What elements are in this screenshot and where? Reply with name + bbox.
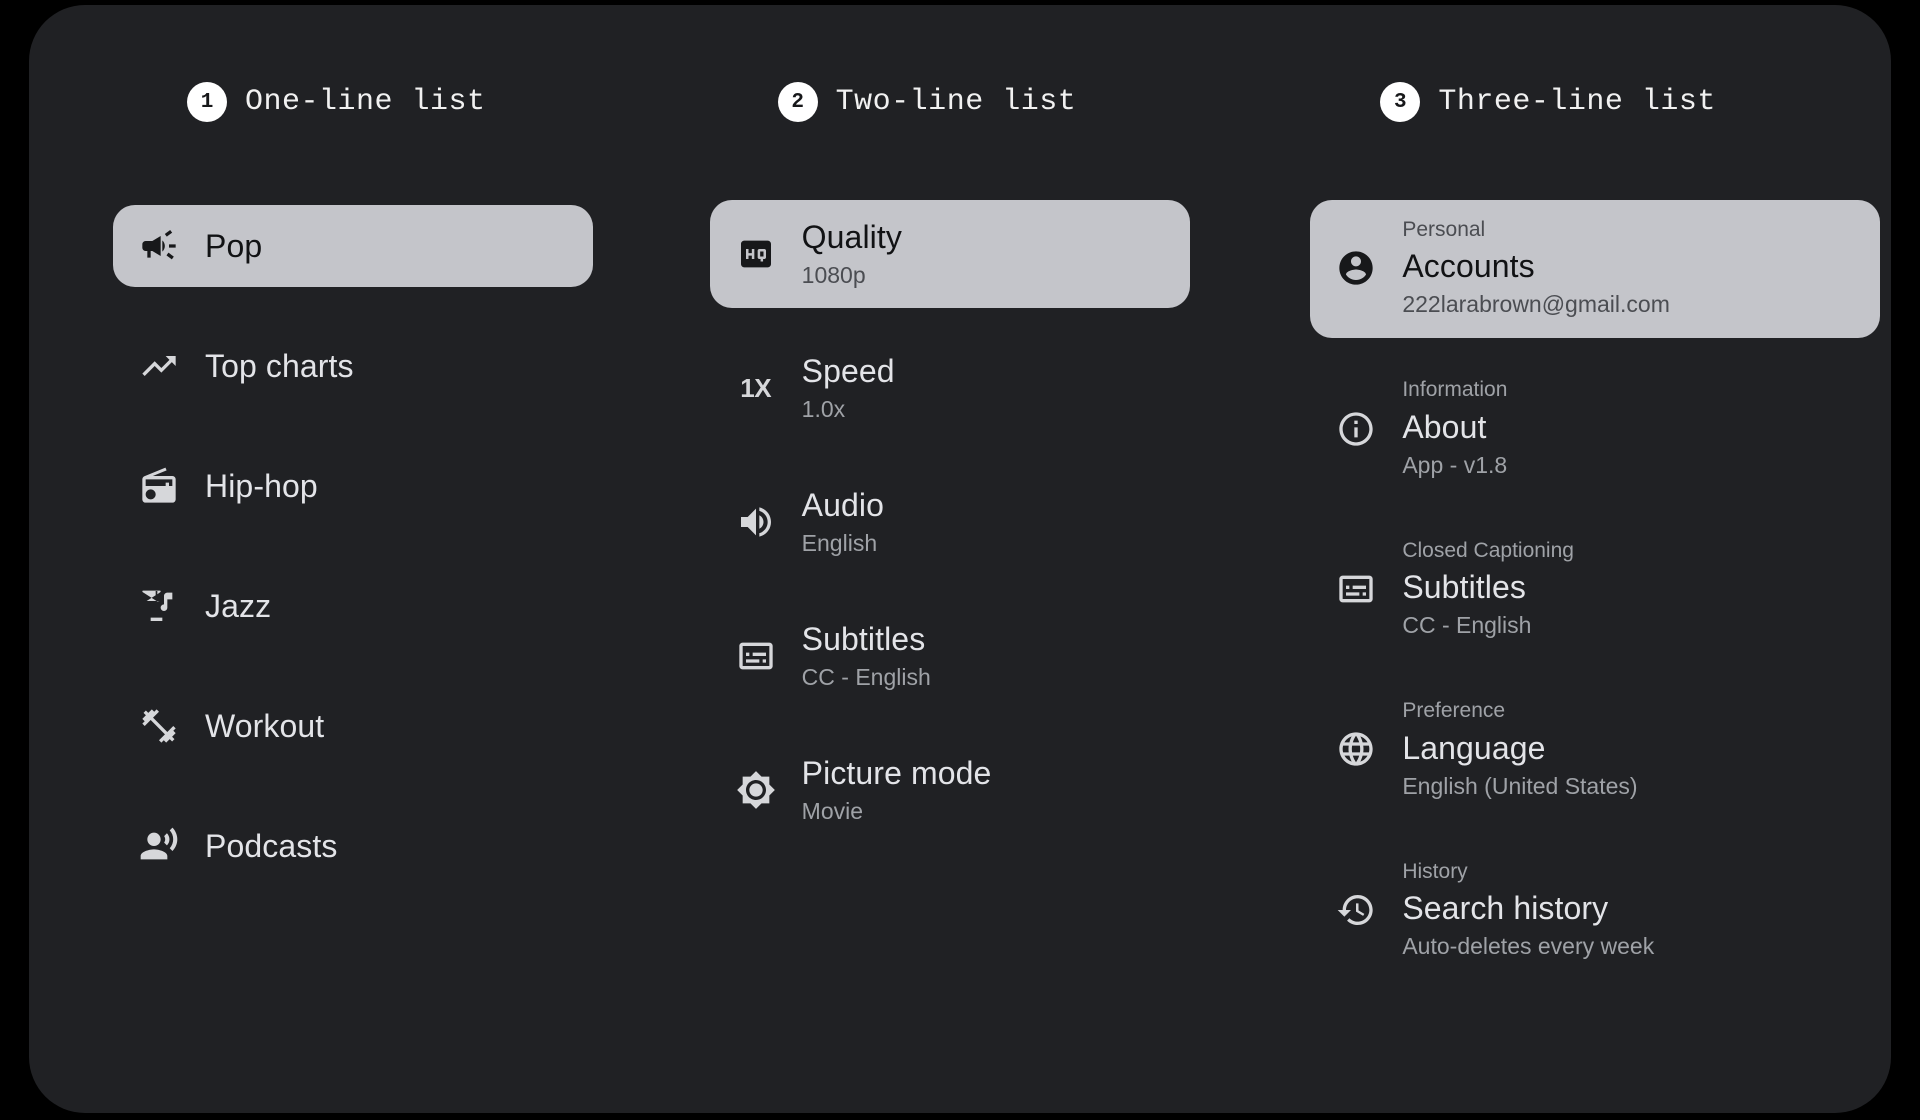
list-item-text: Information About App - v1.8 (1402, 376, 1507, 480)
list-item-text: Jazz (205, 586, 271, 626)
list-item-text: Preference Language English (United Stat… (1402, 697, 1637, 801)
fitness-center-icon (139, 706, 179, 746)
list-item-headline: Accounts (1402, 248, 1535, 285)
list-item-text: Speed 1.0x (802, 351, 895, 425)
list-item-text: Audio English (802, 485, 884, 559)
list-item-quality[interactable]: Quality 1080p (709, 200, 1190, 308)
list-item-workout[interactable]: Workout (113, 685, 593, 767)
list-item-headline: Subtitles (1402, 569, 1526, 606)
column-header-3: 3 Three-line list (1380, 82, 1716, 122)
list-item-text: Podcasts (205, 826, 337, 866)
list-item-overline: Closed Captioning (1402, 538, 1574, 562)
two-line-list: Quality 1080p 1X Speed 1.0x Audio Englis… (709, 200, 1190, 844)
list-item-headline: About (1402, 408, 1487, 445)
list-item-top-charts[interactable]: Top charts (113, 325, 593, 407)
list-item-headline: Podcasts (205, 828, 338, 864)
trending-up-icon (139, 346, 179, 386)
list-item-support: English (801, 529, 878, 556)
list-item-search-history[interactable]: History Search history Auto-deletes ever… (1310, 842, 1880, 980)
list-item-support: Auto-deletes every week (1402, 932, 1655, 959)
list-item-pop[interactable]: Pop (113, 205, 593, 287)
column-title: Three-line list (1438, 85, 1716, 119)
column-number-badge: 1 (187, 82, 227, 122)
volume-up-icon (736, 502, 776, 542)
list-item-accounts[interactable]: Personal Accounts 222larabrown@gmail.com (1310, 200, 1881, 339)
list-item-text: Subtitles CC - English (802, 619, 931, 693)
column-number-badge: 2 (777, 82, 818, 122)
list-item-picture-mode[interactable]: Picture mode Movie (710, 736, 1190, 844)
closed-caption-icon (736, 636, 776, 676)
column-number-badge: 3 (1380, 82, 1421, 122)
column-one-line-list: 1 One-line list Pop Top charts Hip-hop J… (29, 5, 650, 1113)
list-item-about[interactable]: Information About App - v1.8 (1310, 360, 1880, 498)
column-header-2: 2 Two-line list (777, 82, 1077, 122)
list-item-text: Top charts (205, 346, 354, 386)
language-globe-icon (1336, 729, 1376, 769)
campaign-icon (139, 226, 179, 266)
list-item-overline: History (1402, 859, 1468, 883)
list-item-speed[interactable]: 1X Speed 1.0x (710, 334, 1190, 442)
list-item-podcasts[interactable]: Podcasts (113, 805, 593, 887)
list-item-text: Picture mode Movie (802, 753, 992, 827)
list-item-subtitles[interactable]: Closed Captioning Subtitles CC - English (1310, 521, 1880, 659)
list-item-headline: Pop (205, 228, 263, 264)
list-item-headline: Workout (205, 708, 325, 744)
info-icon (1336, 409, 1376, 449)
list-item-overline: Information (1402, 378, 1508, 402)
list-item-support: 1.0x (801, 395, 846, 422)
brightness-icon (736, 770, 776, 810)
screen-root: 1 One-line list Pop Top charts Hip-hop J… (0, 0, 1920, 1120)
list-item-support: English (United States) (1402, 772, 1638, 799)
column-header-1: 1 One-line list (187, 82, 486, 122)
list-item-overline: Personal (1402, 218, 1486, 241)
list-item-language[interactable]: Preference Language English (United Stat… (1310, 681, 1880, 819)
speed-1x-icon: 1X (736, 368, 776, 408)
list-item-headline: Search history (1402, 889, 1609, 926)
list-item-hip-hop[interactable]: Hip-hop (113, 445, 593, 527)
list-item-audio[interactable]: Audio English (710, 468, 1190, 576)
nightlife-icon (139, 586, 179, 626)
list-item-jazz[interactable]: Jazz (113, 565, 593, 647)
list-item-support: CC - English (1402, 612, 1532, 639)
list-item-headline: Top charts (205, 348, 354, 384)
radio-icon (139, 466, 179, 506)
list-item-text: Personal Accounts 222larabrown@gmail.com (1402, 216, 1670, 320)
list-item-headline: Speed (801, 352, 895, 389)
list-item-text: Workout (205, 706, 324, 746)
list-item-headline: Subtitles (801, 620, 926, 657)
columns-container: 1 One-line list Pop Top charts Hip-hop J… (29, 5, 1891, 1113)
high-quality-icon (736, 234, 776, 274)
list-item-headline: Jazz (205, 588, 272, 624)
history-icon (1336, 890, 1376, 930)
podcasts-icon (139, 826, 179, 866)
column-two-line-list: 2 Two-line list Quality 1080p 1X Speed 1… (650, 5, 1271, 1113)
list-item-headline: Picture mode (801, 754, 992, 791)
list-item-support: App - v1.8 (1402, 451, 1508, 478)
account-circle-icon (1336, 248, 1376, 288)
list-item-text: Quality 1080p (802, 217, 902, 291)
list-item-headline: Hip-hop (205, 468, 318, 504)
list-item-text: Pop (205, 226, 262, 266)
column-title: Two-line list (835, 85, 1077, 119)
column-three-line-list: 3 Three-line list Personal Accounts 222l… (1270, 5, 1891, 1113)
list-item-text: History Search history Auto-deletes ever… (1402, 858, 1654, 962)
list-item-support: CC - English (801, 663, 931, 690)
one-line-list: Pop Top charts Hip-hop Jazz Workout Podc… (113, 205, 593, 887)
list-item-support: Movie (801, 797, 864, 824)
closed-caption-icon (1336, 569, 1376, 609)
list-item-text: Hip-hop (205, 466, 318, 506)
three-line-list: Personal Accounts 222larabrown@gmail.com… (1310, 200, 1881, 980)
list-item-subtitles[interactable]: Subtitles CC - English (710, 602, 1190, 710)
list-item-support: 1080p (801, 261, 866, 288)
list-item-headline: Language (1402, 729, 1546, 766)
list-item-overline: Preference (1402, 699, 1506, 723)
column-title: One-line list (245, 85, 486, 119)
list-item-text: Closed Captioning Subtitles CC - English (1402, 537, 1574, 641)
list-item-support: 222larabrown@gmail.com (1402, 291, 1670, 318)
preview-card: 1 One-line list Pop Top charts Hip-hop J… (29, 5, 1891, 1113)
list-item-headline: Quality (801, 218, 902, 255)
speed-icon-label: 1X (740, 372, 772, 403)
list-item-headline: Audio (801, 486, 885, 523)
